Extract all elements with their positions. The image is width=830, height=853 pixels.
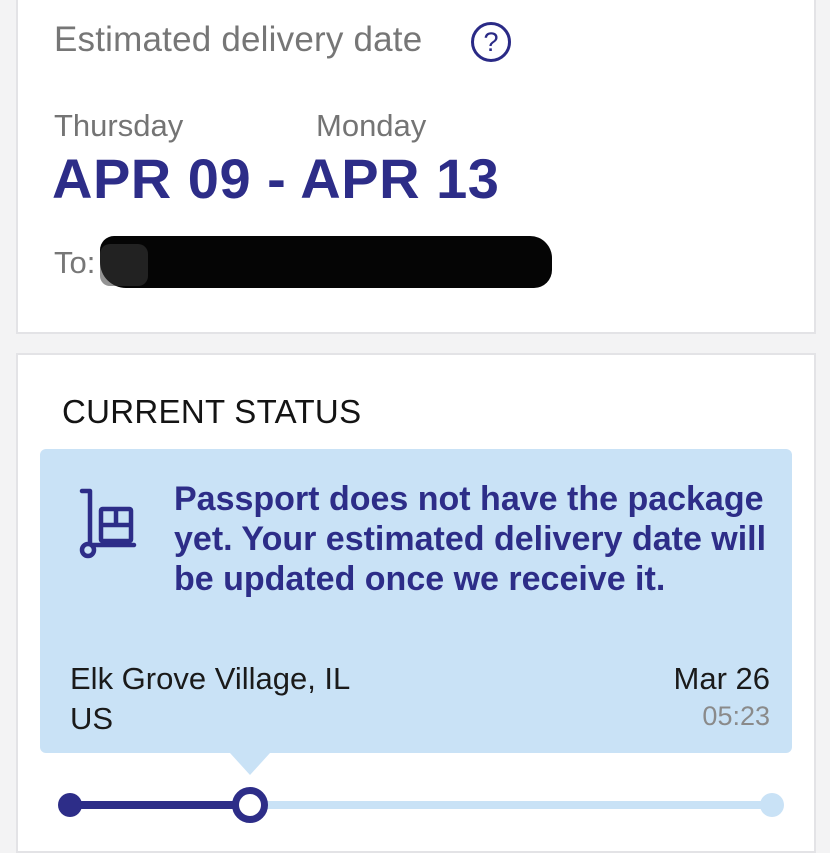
status-location-country: US [70, 701, 114, 736]
status-location-city: Elk Grove Village, IL [70, 661, 351, 696]
redaction-edge [100, 244, 148, 286]
status-date: Mar 26 [673, 661, 770, 696]
hand-truck-icon [79, 488, 137, 559]
status-card: CURRENT STATUS Passport does not have th… [16, 353, 816, 853]
delivery-card: Estimated delivery date ? Thursday Monda… [16, 0, 816, 334]
progress-step-current [232, 787, 268, 823]
status-time: 05:23 [702, 701, 770, 731]
redaction-bar [100, 236, 552, 288]
delivery-date-range: APR 09 - APR 13 [52, 147, 500, 210]
start-day-label: Thursday [54, 108, 184, 143]
status-pointer [230, 753, 270, 775]
recipient-label: To: [54, 245, 96, 280]
progress-track-complete [70, 801, 250, 809]
progress-step-start [58, 793, 82, 817]
shipment-progress [56, 785, 786, 825]
end-day-label: Monday [316, 108, 427, 143]
progress-track-remaining [250, 801, 770, 809]
question-circle-icon[interactable]: ? [471, 22, 511, 62]
estimated-delivery-label: Estimated delivery date [54, 20, 423, 59]
current-status-heading: CURRENT STATUS [62, 393, 362, 430]
progress-step-end [760, 793, 784, 817]
status-message-box: Passport does not have the package yet. … [40, 449, 792, 753]
status-message: Passport does not have the package yet. … [174, 480, 767, 598]
